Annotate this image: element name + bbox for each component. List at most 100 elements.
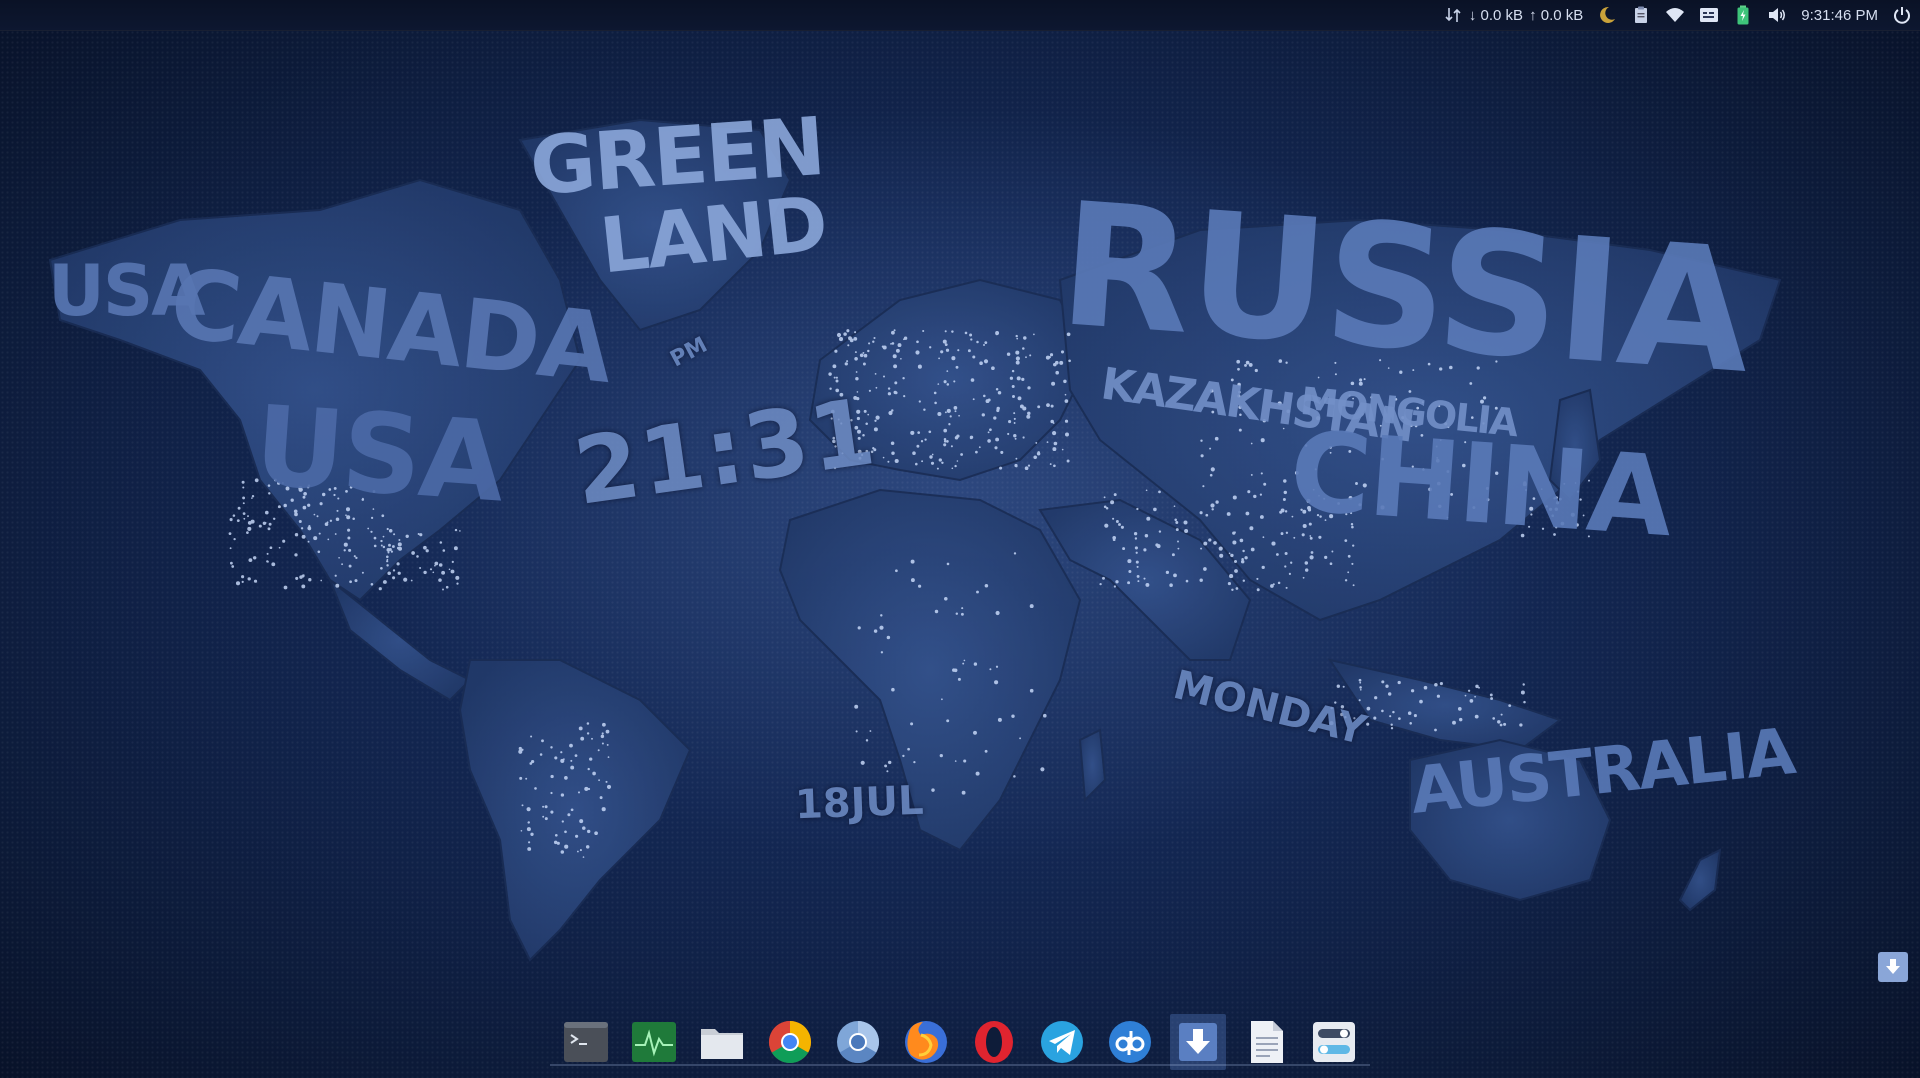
city-light-dot [598, 779, 600, 782]
city-light-dot [1118, 523, 1121, 526]
weather-indicator[interactable] [1597, 5, 1617, 25]
city-light-dot [891, 330, 895, 335]
city-light-dot [1120, 525, 1124, 529]
city-light-dot [1025, 356, 1027, 359]
city-light-dot [1099, 582, 1102, 586]
city-light-dot [1203, 541, 1208, 546]
city-light-dot [1145, 489, 1148, 492]
city-light-dot [258, 524, 262, 528]
dock-files[interactable] [694, 1014, 750, 1070]
dock-opera[interactable] [966, 1014, 1022, 1070]
city-light-dot [1135, 551, 1138, 554]
city-light-dot [1049, 463, 1052, 466]
city-light-dot [939, 753, 943, 758]
city-light-dot [397, 571, 401, 575]
network-speed-indicator[interactable]: ↓ 0.0 kB ↑ 0.0 kB [1443, 5, 1583, 25]
city-light-dot [891, 409, 894, 412]
city-light-dot [599, 796, 603, 800]
city-light-dot [970, 378, 975, 382]
volume-indicator[interactable] [1767, 5, 1787, 25]
clipboard-indicator[interactable] [1631, 5, 1651, 25]
dock-chromium[interactable] [830, 1014, 886, 1070]
download-notification[interactable] [1878, 952, 1908, 982]
power-button[interactable] [1892, 5, 1912, 25]
panel-clock: 9:31:46 PM [1801, 6, 1878, 24]
city-light-dot [918, 400, 921, 403]
city-light-dot [902, 377, 905, 380]
city-light-dot [1336, 684, 1340, 688]
network-transfer-icon [1445, 8, 1461, 22]
city-light-dot [1185, 579, 1189, 583]
city-light-dot [1228, 552, 1231, 555]
wifi-indicator[interactable] [1665, 5, 1685, 25]
city-light-dot [1239, 538, 1244, 543]
city-light-dot [1175, 528, 1179, 532]
city-light-dot [1013, 775, 1016, 778]
keyboard-indicator[interactable] [1699, 5, 1719, 25]
city-light-dot [1127, 559, 1132, 564]
city-light-dot [882, 375, 886, 378]
city-light-dot [432, 571, 435, 574]
city-light-dot [1302, 576, 1305, 579]
city-light-dot [1227, 582, 1231, 586]
dock-settings[interactable] [1306, 1014, 1362, 1070]
city-light-dot [1293, 536, 1296, 539]
city-light-dot [1522, 683, 1525, 686]
city-light-dot [530, 759, 535, 764]
dock-telegram[interactable] [1034, 1014, 1090, 1070]
city-light-dot [836, 332, 842, 338]
city-light-dot [1464, 694, 1467, 697]
city-light-dot [917, 431, 921, 434]
city-light-dot [313, 513, 316, 516]
city-light-dot [1052, 431, 1057, 436]
city-light-dot [1245, 511, 1250, 516]
city-light-dot [979, 361, 983, 366]
city-light-dot [1199, 578, 1203, 582]
city-light-dot [1135, 560, 1139, 564]
dock-chrome[interactable] [762, 1014, 818, 1070]
city-light-dot [253, 579, 258, 583]
city-light-dot [984, 583, 989, 588]
city-light-dot [1043, 713, 1047, 718]
clock-indicator[interactable]: 9:31:46 PM [1801, 7, 1878, 24]
city-light-dot [313, 536, 318, 541]
city-light-dot [972, 355, 976, 359]
city-light-dot [1215, 500, 1219, 504]
city-light-dot [577, 791, 581, 794]
city-light-dot [605, 729, 610, 734]
city-light-dot [995, 665, 999, 668]
city-light-dot [920, 440, 924, 443]
city-light-dot [1390, 727, 1394, 730]
city-light-dot [1128, 569, 1132, 574]
city-light-dot [589, 757, 593, 761]
battery-indicator[interactable] [1733, 5, 1753, 25]
city-light-dot [605, 780, 608, 783]
city-light-dot [601, 732, 604, 735]
city-light-dot [232, 514, 236, 517]
city-light-dot [580, 736, 585, 741]
city-light-dot [438, 563, 443, 567]
city-light-dot [278, 546, 281, 549]
city-light-dot [994, 446, 998, 450]
dock-qbittorrent[interactable] [1102, 1014, 1158, 1070]
city-light-dot [423, 570, 427, 575]
dock-terminal[interactable] [558, 1014, 614, 1070]
city-light-dot [241, 580, 244, 584]
city-light-dot [1244, 556, 1248, 560]
city-light-dot [948, 423, 951, 426]
city-light-dot [1115, 580, 1119, 584]
city-light-dot [973, 662, 978, 666]
city-light-dot [398, 546, 402, 551]
city-light-dot [534, 787, 537, 790]
dock-system-monitor[interactable] [626, 1014, 682, 1070]
city-light-dot [352, 517, 355, 520]
city-light-dot [1066, 459, 1070, 463]
dock-text-editor[interactable] [1238, 1014, 1294, 1070]
city-light-dot [923, 408, 926, 411]
city-light-dot [348, 548, 352, 552]
dock-firefox[interactable] [898, 1014, 954, 1070]
city-light-dot [895, 348, 900, 353]
city-light-dot [1351, 562, 1354, 565]
dock-downloader[interactable] [1170, 1014, 1226, 1070]
city-light-dot [1233, 531, 1236, 534]
